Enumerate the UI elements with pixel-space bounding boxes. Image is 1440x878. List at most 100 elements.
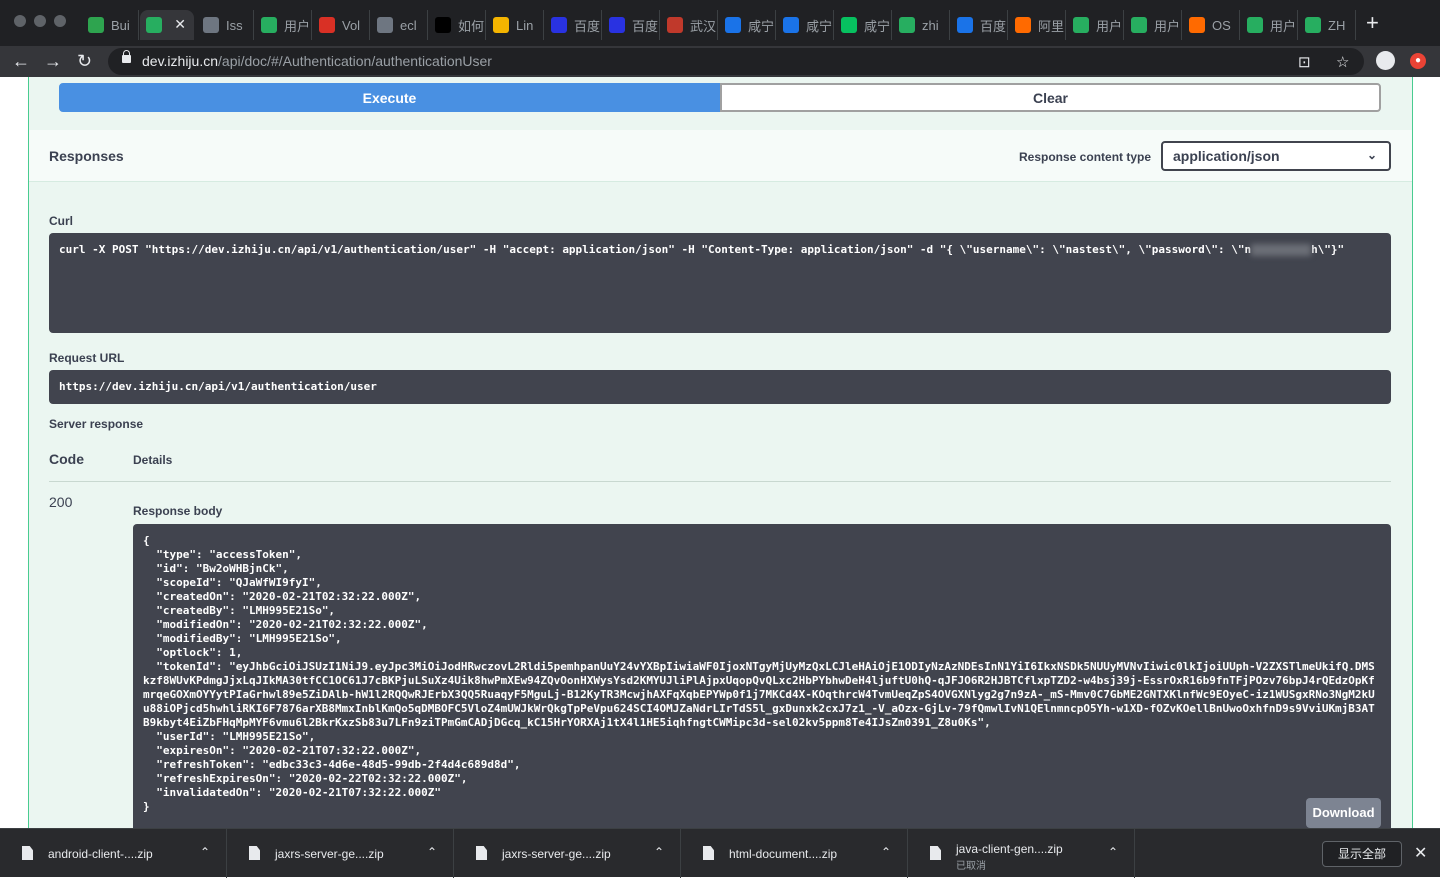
close-icon[interactable]: ✕ — [1414, 843, 1427, 863]
execute-button[interactable]: Execute — [59, 83, 720, 112]
forward-icon[interactable]: → — [44, 50, 62, 72]
browser-tab[interactable]: 用户 — [1125, 10, 1182, 40]
operation-block: Execute Clear Responses Response content… — [28, 77, 1413, 828]
xianning-icon — [783, 17, 799, 33]
browser-toolbar: ← → ↻ dev.izhiju.cn/api/doc/#/Authentica… — [0, 46, 1440, 77]
tab-label: 武汉 — [690, 18, 717, 34]
download-status: 已取消 — [956, 861, 986, 872]
build-icon — [88, 17, 104, 33]
browser-tab[interactable]: Lin — [487, 10, 544, 40]
file-icon — [703, 846, 714, 860]
lock-icon — [122, 50, 131, 63]
baidu-cloud-icon — [957, 17, 973, 33]
tab-label: 咸宁 — [806, 18, 833, 34]
tab-label: ecl — [400, 17, 417, 33]
browser-tab[interactable]: 百度 — [951, 10, 1008, 40]
profile-avatar-icon[interactable] — [1376, 51, 1395, 70]
tab-strip: Bui ✕ Iss 用户 Vol ecl 如何 Lin 百度 百度 武汉 咸宁 咸宁 咸宁 zhi 百度 阿里 用… — [0, 0, 1440, 46]
tab-label: 咸宁 — [748, 18, 775, 34]
izhiju-icon — [1247, 17, 1263, 33]
browser-tab[interactable]: 百度 — [545, 10, 602, 40]
linux-icon — [493, 17, 509, 33]
tab-label: Iss — [226, 17, 243, 33]
responses-title: Responses — [49, 148, 124, 164]
close-window-button[interactable] — [14, 15, 26, 27]
download-file-name: html-document....zip — [729, 847, 838, 861]
tab-label: 百度 — [574, 18, 601, 34]
translate-icon[interactable]: ⊡ — [1298, 53, 1311, 71]
request-url-value: https://dev.izhiju.cn/api/v1/authenticat… — [49, 370, 1391, 404]
chevron-up-icon[interactable]: ⌃ — [881, 845, 891, 859]
download-button[interactable]: Download — [1306, 798, 1381, 828]
response-status-code: 200 — [49, 494, 73, 510]
file-icon — [930, 846, 941, 860]
chevron-up-icon[interactable]: ⌃ — [654, 845, 664, 859]
chevron-up-icon[interactable]: ⌃ — [1108, 845, 1118, 859]
tab-label: Bui — [111, 17, 130, 33]
curl-command: curl -X POST "https://dev.izhiju.cn/api/… — [49, 233, 1391, 333]
browser-tab[interactable]: 咸宁 — [719, 10, 776, 40]
browser-tab[interactable]: ✕ — [140, 10, 194, 40]
browser-tab[interactable]: zhi — [893, 10, 950, 40]
reload-icon[interactable]: ↻ — [77, 50, 92, 72]
download-item[interactable]: android-client-....zip ⌃ — [0, 829, 227, 878]
browser-tab[interactable]: Vol — [313, 10, 370, 40]
tab-label: 用户 — [1154, 18, 1181, 34]
download-item[interactable]: jaxrs-server-ge....zip ⌃ — [227, 829, 454, 878]
tab-label: 百度 — [632, 18, 659, 34]
tab-label: Lin — [516, 17, 534, 33]
download-item[interactable]: jaxrs-server-ge....zip ⌃ — [454, 829, 681, 878]
response-body: { "type": "accessToken", "id": "Bw2oWHBj… — [133, 524, 1391, 828]
wuhan-icon — [667, 17, 683, 33]
browser-tab[interactable]: OS — [1183, 10, 1240, 40]
maximize-window-button[interactable] — [54, 15, 66, 27]
aliyun-icon — [1189, 17, 1205, 33]
wechat-icon — [841, 17, 857, 33]
close-tab-icon[interactable]: ✕ — [174, 16, 186, 33]
download-item[interactable]: html-document....zip ⌃ — [681, 829, 908, 878]
downloads-shelf: android-client-....zip ⌃ jaxrs-server-ge..… — [0, 828, 1440, 878]
file-icon — [22, 846, 33, 860]
browser-tab[interactable]: 阿里 — [1009, 10, 1066, 40]
response-content-type-value: application/json — [1173, 148, 1280, 164]
browser-tab[interactable]: 用户 — [1241, 10, 1298, 40]
clear-button[interactable]: Clear — [720, 83, 1381, 112]
url-text[interactable]: dev.izhiju.cn/api/doc/#/Authentication/a… — [142, 53, 492, 69]
browser-tab[interactable]: 百度 — [603, 10, 660, 40]
browser-tab[interactable]: ecl — [371, 10, 428, 40]
new-tab-button[interactable]: + — [1366, 12, 1379, 34]
browser-tab[interactable]: 武汉 — [661, 10, 718, 40]
tab-label: Vol — [342, 17, 361, 33]
bookmark-star-icon[interactable]: ☆ — [1336, 53, 1349, 71]
browser-tab[interactable]: ZH — [1299, 10, 1356, 40]
browser-tab[interactable]: 咸宁 — [777, 10, 834, 40]
extension-icon[interactable]: ● — [1410, 53, 1426, 69]
details-column-header: Details — [133, 453, 173, 467]
browser-tab[interactable]: 用户 — [1067, 10, 1124, 40]
back-icon[interactable]: ← — [12, 50, 30, 72]
tab-label: 百度 — [980, 18, 1007, 34]
baidu-icon — [551, 17, 567, 33]
address-bar[interactable]: dev.izhiju.cn/api/doc/#/Authentication/a… — [108, 48, 1364, 75]
response-body-label: Response body — [133, 504, 223, 518]
chevron-up-icon[interactable]: ⌃ — [200, 845, 210, 859]
tab-label: ZH — [1328, 17, 1346, 33]
file-icon — [249, 846, 260, 860]
browser-tab[interactable]: 咸宁 — [835, 10, 892, 40]
responses-header: Responses Response content type applicat… — [29, 130, 1412, 182]
execute-wrapper: Execute Clear — [59, 83, 1381, 112]
response-content-type-select[interactable]: application/json ⌄ — [1161, 141, 1391, 171]
browser-tab[interactable]: Iss — [197, 10, 254, 40]
izhiju-icon — [1131, 17, 1147, 33]
chevron-up-icon[interactable]: ⌃ — [427, 845, 437, 859]
browser-tab[interactable]: 如何 — [429, 10, 486, 40]
minimize-window-button[interactable] — [34, 15, 46, 27]
download-item[interactable]: java-client-gen....zip 已取消 ⌃ — [908, 829, 1135, 878]
github-icon — [377, 17, 393, 33]
chevron-down-icon: ⌄ — [1366, 148, 1377, 162]
request-url-label: Request URL — [49, 351, 125, 365]
browser-tab[interactable]: 用户 — [255, 10, 312, 40]
show-all-downloads-button[interactable]: 显示全部 — [1322, 841, 1402, 867]
browser-tab[interactable]: Bui — [82, 10, 139, 40]
tab-label: 用户 — [284, 18, 311, 34]
